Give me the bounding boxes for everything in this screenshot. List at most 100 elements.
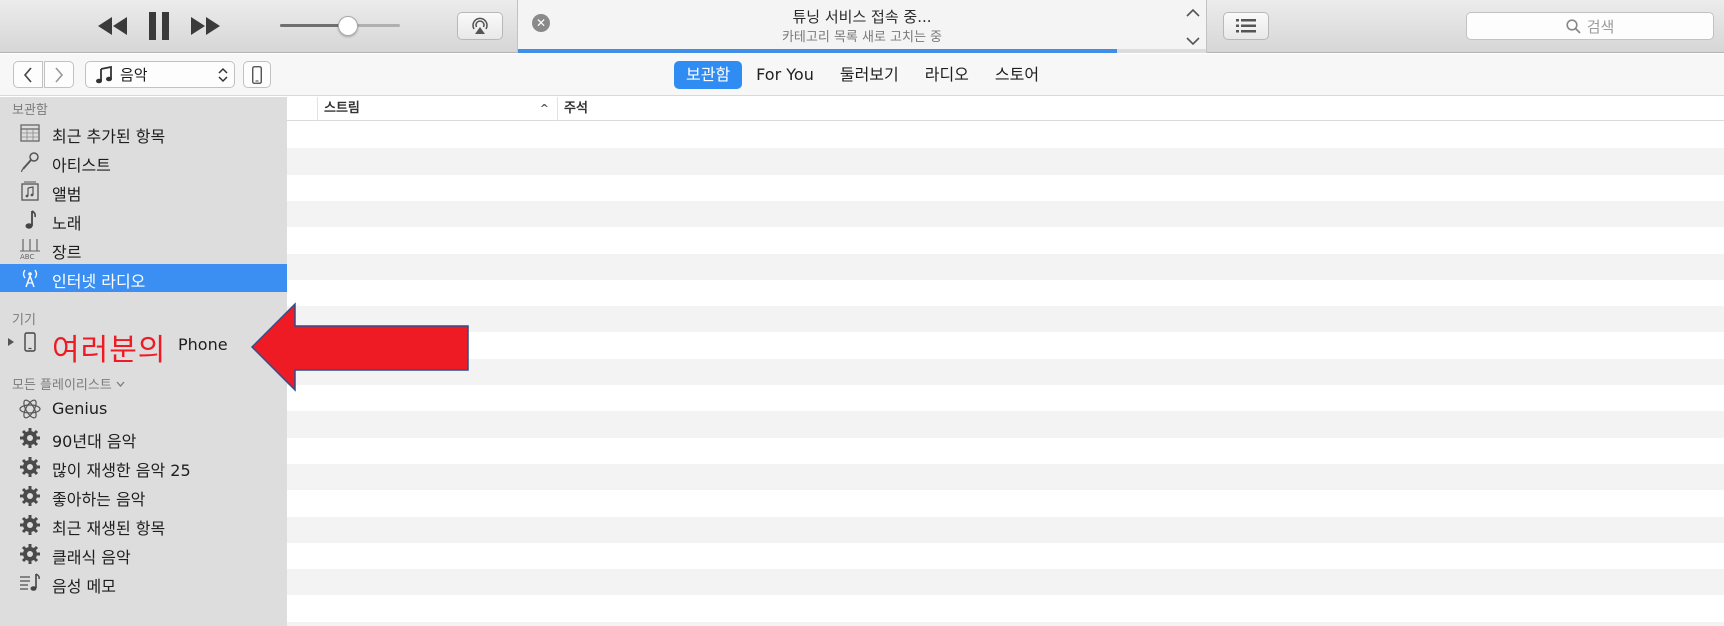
chevron-down-icon[interactable] <box>1184 34 1202 48</box>
sidebar-item-label: 90년대 음악 <box>52 432 137 451</box>
annotation-label: 여러분의 <box>52 333 167 368</box>
column-header-label: 주석 <box>564 101 588 116</box>
table-row <box>287 227 1724 253</box>
table-row <box>287 516 1724 543</box>
search-input[interactable]: 검색 <box>1466 12 1714 40</box>
search-placeholder: 검색 <box>1586 17 1615 36</box>
table-row <box>287 569 1724 596</box>
media-type-select[interactable]: 음악 <box>85 61 235 88</box>
tab-radio[interactable]: 라디오 <box>913 61 981 89</box>
sidebar-header-devices: 기기 <box>12 313 36 328</box>
table-row <box>287 595 1724 621</box>
sidebar-item-label: 앨범 <box>52 185 82 204</box>
list-icon <box>1236 19 1256 33</box>
music-note-icon <box>96 65 112 83</box>
back-button[interactable] <box>13 61 43 88</box>
table-row <box>287 332 1724 358</box>
sidebar-item-label: Genius <box>52 399 108 418</box>
status-title: 튜닝 서비스 접속 중... <box>792 8 932 26</box>
sidebar-item-label: 아티스트 <box>52 156 111 175</box>
status-display: ✕ 튜닝 서비스 접속 중... 카테고리 목록 새로 고치는 중 <box>517 0 1207 53</box>
sidebar-item-label: 최근 추가된 항목 <box>52 127 166 146</box>
chevron-right-icon <box>55 66 64 83</box>
volume-slider[interactable] <box>280 16 400 36</box>
sidebar-item-playlist[interactable]: 좋아하는 음악 <box>0 482 287 510</box>
section-tabs: 보관함 For You 둘러보기 라디오 스토어 <box>674 61 1053 89</box>
tab-for-you[interactable]: For You <box>744 61 826 89</box>
chevron-updown-icon <box>218 67 228 83</box>
sidebar-item-internet-radio[interactable]: 인터넷 라디오 <box>0 264 287 292</box>
table-row <box>287 543 1724 569</box>
genre-icon: ABC <box>19 238 41 260</box>
column-header-label: 스트림 <box>324 101 360 116</box>
album-icon <box>19 180 41 202</box>
smart-playlist-gear-icon <box>19 427 41 449</box>
search-icon <box>1566 18 1581 34</box>
smart-playlist-gear-icon <box>19 514 41 536</box>
tab-library[interactable]: 보관함 <box>674 61 743 89</box>
column-header-notes[interactable]: 주석 <box>557 97 857 121</box>
chevron-up-icon[interactable] <box>1184 6 1202 20</box>
table-row <box>287 385 1724 411</box>
red-arrow-icon <box>250 302 469 392</box>
sidebar-item-label: 노래 <box>52 214 82 233</box>
sidebar-item-playlist[interactable]: 90년대 음악 <box>0 424 287 452</box>
device-button[interactable] <box>243 61 271 88</box>
tab-store[interactable]: 스토어 <box>983 61 1051 89</box>
sidebar-item-songs[interactable]: 노래 <box>0 206 287 234</box>
content-table: 스트림 ^ 주석 <box>287 97 1724 626</box>
smart-playlist-gear-icon <box>19 485 41 507</box>
chevron-left-icon <box>23 66 32 83</box>
sidebar-header-library: 보관함 <box>12 103 48 118</box>
table-row <box>287 253 1724 280</box>
sidebar-item-label: 인터넷 라디오 <box>52 272 146 291</box>
progress-bar <box>518 49 1117 53</box>
disclosure-triangle-icon[interactable] <box>8 338 14 346</box>
table-row <box>287 411 1724 438</box>
table-row <box>287 358 1724 385</box>
sidebar-item-playlist[interactable]: 많이 재생한 음악 25 <box>0 453 287 481</box>
sidebar-item-genius[interactable]: Genius <box>0 395 287 423</box>
sidebar-item-label: 최근 재생된 항목 <box>52 519 166 538</box>
music-note-icon <box>19 209 41 231</box>
iphone-icon <box>19 331 41 353</box>
microphone-icon <box>19 151 41 173</box>
sidebar-item-voice-memos[interactable]: 음성 메모 <box>0 569 287 597</box>
airplay-icon <box>472 17 488 34</box>
table-row <box>287 438 1724 464</box>
pause-icon[interactable] <box>145 10 173 42</box>
table-row <box>287 175 1724 201</box>
rewind-icon[interactable] <box>96 12 130 40</box>
media-type-label: 음악 <box>120 66 148 84</box>
nav-bar: 음악 보관함 For You 둘러보기 라디오 스토어 <box>0 54 1724 96</box>
status-subtitle: 카테고리 목록 새로 고치는 중 <box>781 30 943 45</box>
sidebar-item-genres[interactable]: ABC 장르 <box>0 235 287 263</box>
table-row <box>287 621 1724 626</box>
volume-knob[interactable] <box>338 16 359 36</box>
sidebar-item-label: 좋아하는 음악 <box>52 490 146 509</box>
voice-memo-icon <box>19 572 41 594</box>
table-row <box>287 122 1724 148</box>
smart-playlist-gear-icon <box>19 543 41 565</box>
sidebar-item-recently-added[interactable]: 최근 추가된 항목 <box>0 119 287 147</box>
sidebar-item-playlist[interactable]: 클래식 음악 <box>0 540 287 568</box>
svg-text:ABC: ABC <box>20 253 34 260</box>
table-row <box>287 200 1724 228</box>
sidebar-item-label: 많이 재생한 음악 25 <box>52 461 191 480</box>
tab-browse[interactable]: 둘러보기 <box>828 61 911 89</box>
sidebar-item-label: 음성 메모 <box>52 577 116 596</box>
sidebar-item-albums[interactable]: 앨범 <box>0 177 287 205</box>
genius-atom-icon <box>19 398 41 420</box>
up-next-button[interactable] <box>1223 12 1269 40</box>
sidebar-header-playlists[interactable]: 모든 플레이리스트 <box>12 374 125 393</box>
calendar-grid-icon <box>19 122 41 144</box>
fast-forward-icon[interactable] <box>188 12 222 40</box>
sidebar-item-label: 클래식 음악 <box>52 548 131 567</box>
sidebar-item-playlist[interactable]: 최근 재생된 항목 <box>0 511 287 539</box>
column-header-stream[interactable]: 스트림 ^ <box>317 97 557 121</box>
table-row <box>287 490 1724 516</box>
forward-button[interactable] <box>44 61 74 88</box>
table-row <box>287 280 1724 306</box>
airplay-button[interactable] <box>457 12 503 40</box>
sidebar-item-artists[interactable]: 아티스트 <box>0 148 287 176</box>
